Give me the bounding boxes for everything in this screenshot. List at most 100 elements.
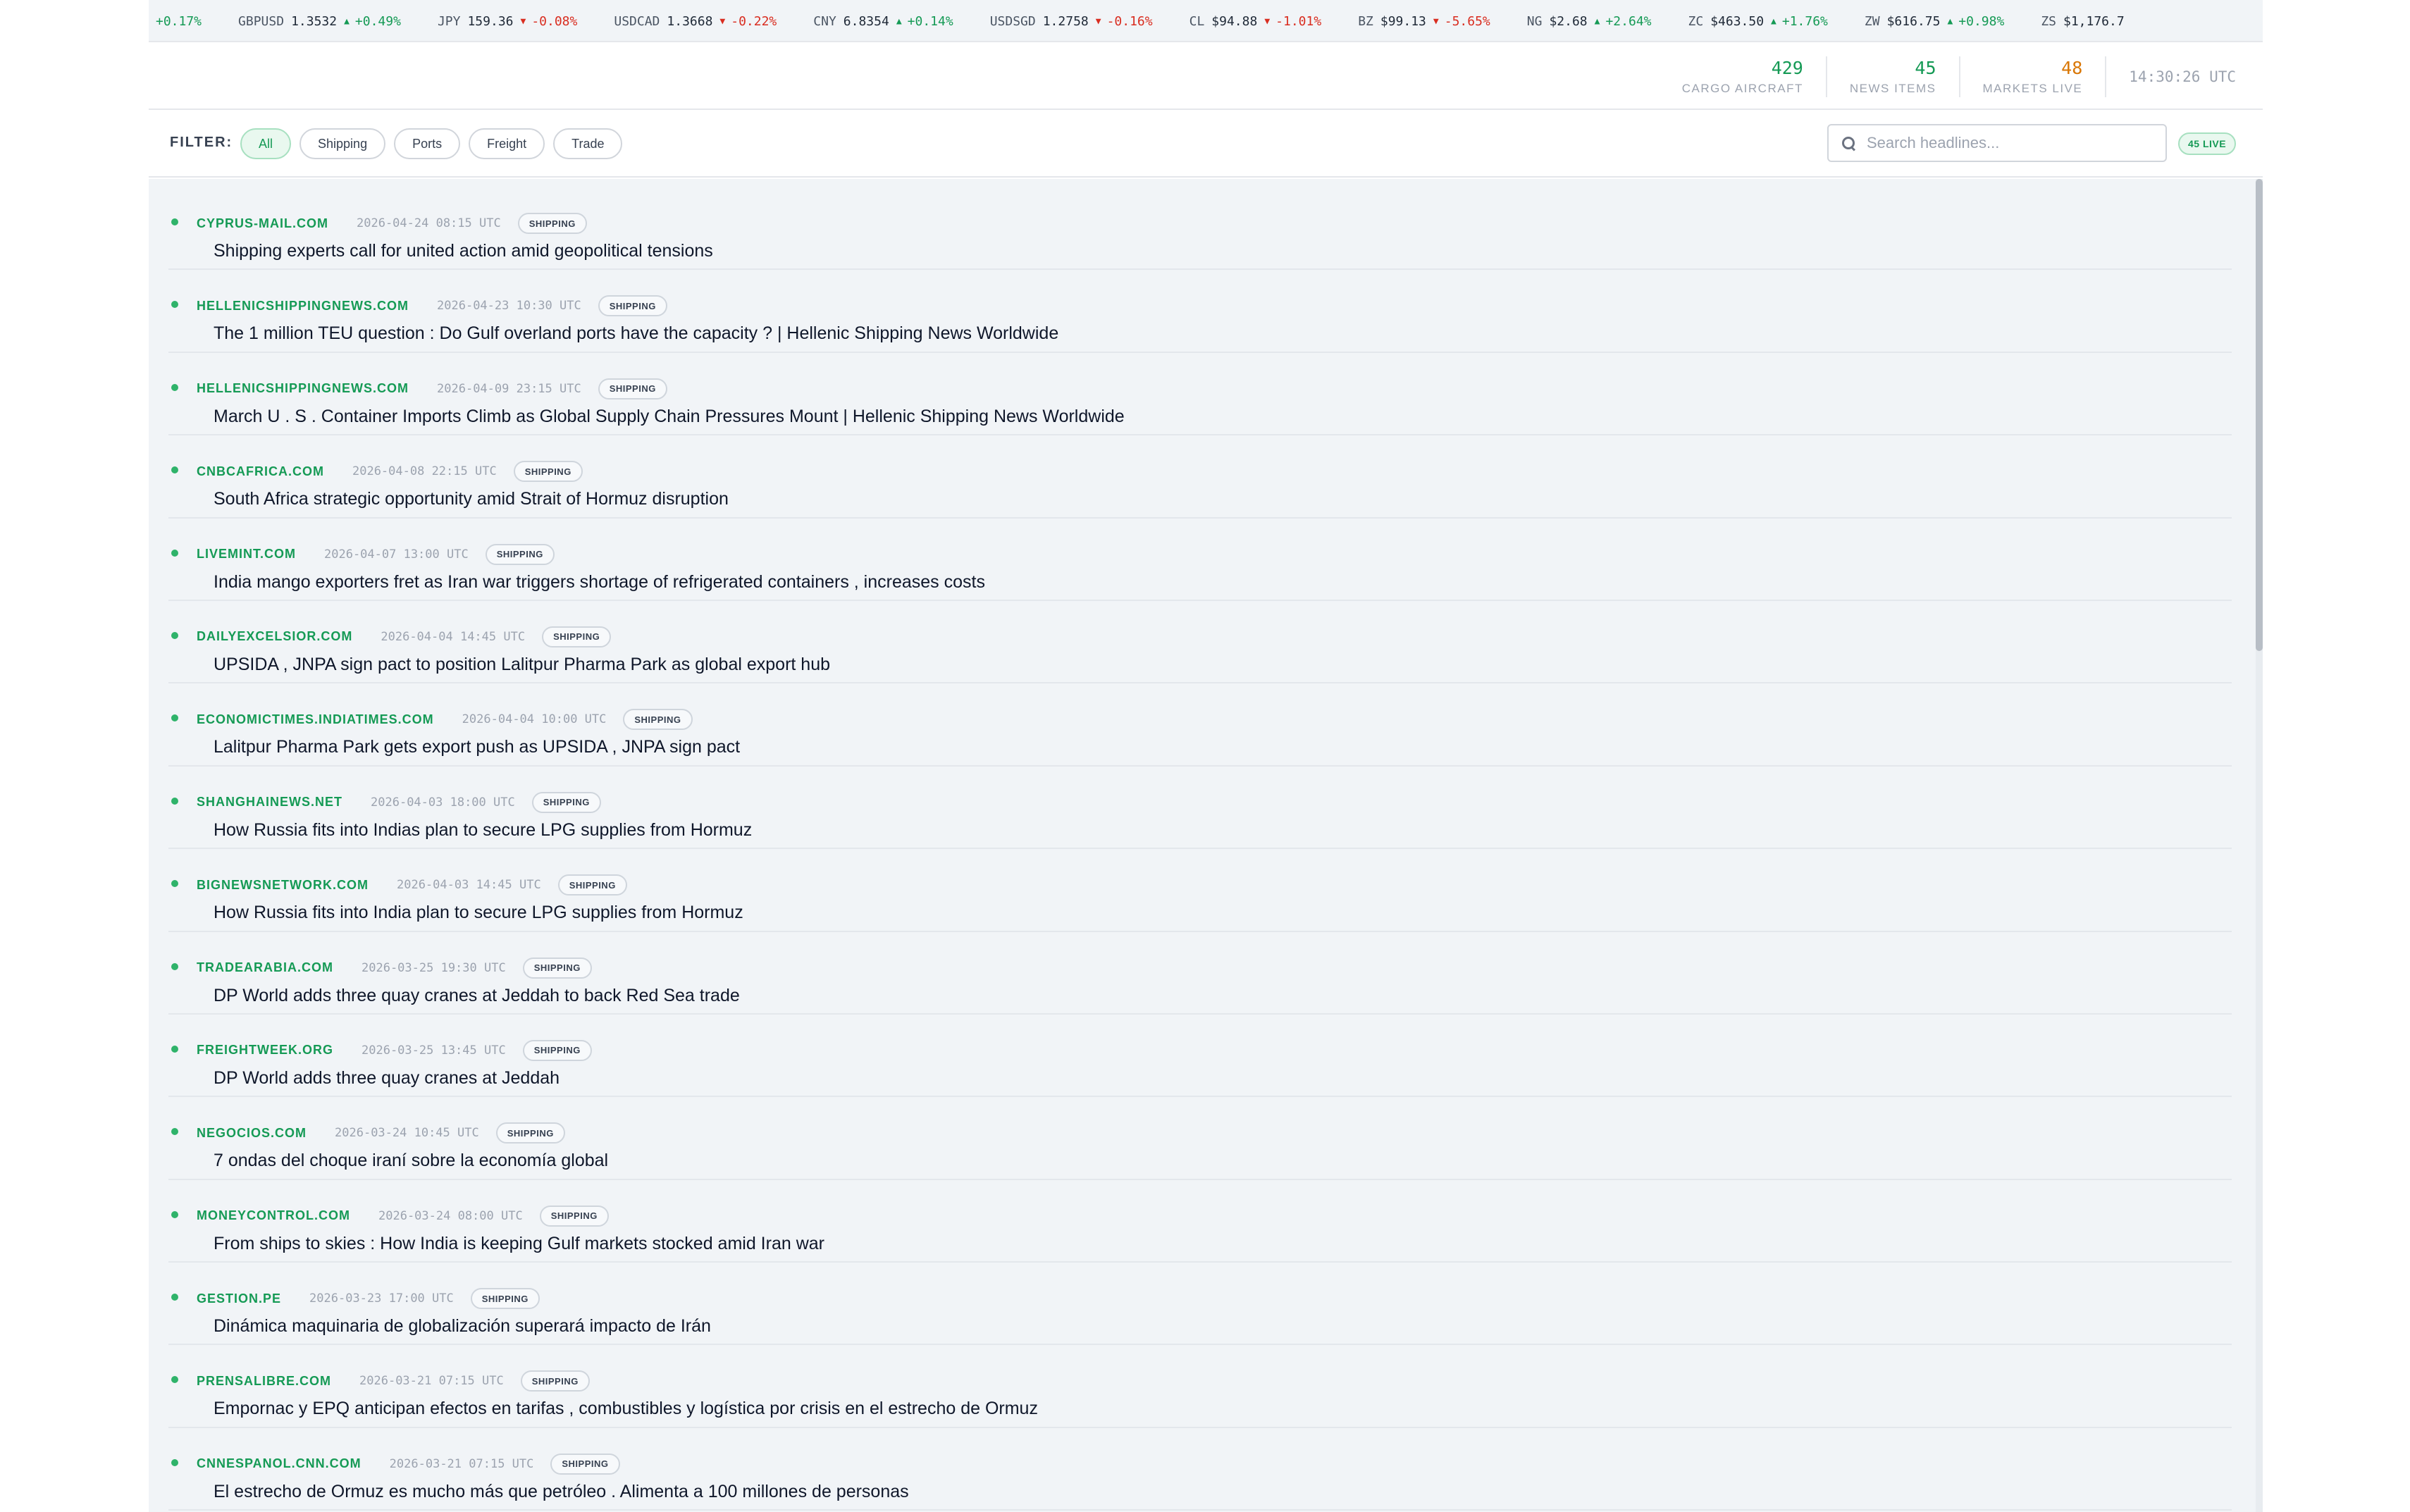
ticker-symbol: CL bbox=[1189, 13, 1205, 29]
news-headline-link[interactable]: Lalitpur Pharma Park gets export push as… bbox=[214, 737, 740, 757]
arrow-up-icon: ▲ bbox=[896, 16, 902, 27]
news-category-badge: SHIPPING bbox=[531, 791, 601, 813]
news-headline-link[interactable]: Dinámica maquinaria de globalización sup… bbox=[214, 1316, 711, 1337]
filter-chip-shipping[interactable]: Shipping bbox=[299, 128, 386, 159]
news-source-link[interactable]: SHANGHAINEWS.NET bbox=[197, 795, 342, 810]
news-headline-link[interactable]: 7 ondas del choque iraní sobre la econom… bbox=[214, 1151, 608, 1171]
news-item[interactable]: CNNESPANOL.CNN.COM 2026-03-21 07:15 UTC SH… bbox=[168, 1428, 2232, 1511]
news-category-badge: SHIPPING bbox=[520, 1370, 590, 1392]
ticker-item[interactable]: GBPUSD 1.3532 ▲ +0.49% bbox=[238, 14, 401, 29]
news-source-link[interactable]: NEGOCIOS.COM bbox=[197, 1126, 307, 1141]
news-source-link[interactable]: PRENSALIBRE.COM bbox=[197, 1374, 331, 1389]
news-source-link[interactable]: CNNESPANOL.CNN.COM bbox=[197, 1456, 362, 1471]
news-category-badge: SHIPPING bbox=[522, 1039, 592, 1061]
ticker-change: -0.16% bbox=[1106, 13, 1153, 29]
arrow-down-icon: ▼ bbox=[1095, 16, 1101, 27]
news-source-link[interactable]: DAILYEXCELSIOR.COM bbox=[197, 629, 352, 644]
live-dot-icon bbox=[171, 714, 178, 722]
news-item[interactable]: NEGOCIOS.COM 2026-03-24 10:45 UTC SHIPPING… bbox=[168, 1097, 2232, 1180]
filter-chip-ports[interactable]: Ports bbox=[394, 128, 461, 159]
ticker-price: $99.13 bbox=[1380, 13, 1426, 29]
news-headline-link[interactable]: India mango exporters fret as Iran war t… bbox=[214, 572, 985, 593]
ticker-item[interactable]: USDSGD 1.2758 ▼ -0.16% bbox=[990, 14, 1153, 29]
ticker-item[interactable]: ZC $463.50 ▲ +1.76% bbox=[1688, 14, 1828, 29]
ticker-change: +0.98% bbox=[1958, 13, 2005, 29]
news-headline-link[interactable]: South Africa strategic opportunity amid … bbox=[214, 489, 729, 509]
news-item[interactable]: PRENSALIBRE.COM 2026-03-21 07:15 UTC SHIPP… bbox=[168, 1345, 2232, 1428]
search-input[interactable] bbox=[1867, 134, 2149, 152]
ticker-item[interactable]: CL $94.88 ▼ -1.01% bbox=[1189, 14, 1322, 29]
ticker-change: -0.22% bbox=[731, 13, 777, 29]
news-feed[interactable]: CYPRUS-MAIL.COM 2026-04-24 08:15 UTC SHIPP… bbox=[149, 179, 2263, 1512]
ticker-price: $2.68 bbox=[1549, 13, 1588, 29]
news-headline-link[interactable]: DP World adds three quay cranes at Jedda… bbox=[214, 1068, 560, 1089]
ticker-item[interactable]: BZ $99.13 ▼ -5.65% bbox=[1358, 14, 1490, 29]
news-source-link[interactable]: HELLENICSHIPPINGNEWS.COM bbox=[197, 299, 409, 314]
news-source-link[interactable]: FREIGHTWEEK.ORG bbox=[197, 1043, 333, 1058]
live-dot-icon bbox=[171, 383, 178, 391]
news-source-link[interactable]: GESTION.PE bbox=[197, 1291, 281, 1306]
ticker-item[interactable]: CNY 6.8354 ▲ +0.14% bbox=[813, 14, 953, 29]
live-dot-icon bbox=[171, 466, 178, 474]
news-headline-link[interactable]: March U . S . Container Imports Climb as… bbox=[214, 407, 1125, 427]
ticker-price: $94.88 bbox=[1211, 13, 1258, 29]
news-category-badge: SHIPPING bbox=[513, 461, 583, 483]
live-dot-icon bbox=[171, 1294, 178, 1301]
scrollbar-track[interactable] bbox=[2256, 179, 2263, 1512]
news-item[interactable]: CYPRUS-MAIL.COM 2026-04-24 08:15 UTC SHIPP… bbox=[168, 187, 2232, 271]
news-meta: BIGNEWSNETWORK.COM 2026-04-03 14:45 UTC SH… bbox=[197, 874, 627, 896]
filter-chip-trade[interactable]: Trade bbox=[553, 128, 623, 159]
news-headline-link[interactable]: How Russia fits into India plan to secur… bbox=[214, 903, 743, 923]
news-headline-link[interactable]: Empornac y EPQ anticipan efectos en tari… bbox=[214, 1399, 1038, 1419]
news-headline-link[interactable]: DP World adds three quay cranes at Jedda… bbox=[214, 986, 740, 1006]
ticker-change: +0.14% bbox=[907, 13, 953, 29]
news-item[interactable]: CNBCAFRICA.COM 2026-04-08 22:15 UTC SHIPPI… bbox=[168, 435, 2232, 519]
scrollbar-thumb[interactable] bbox=[2256, 179, 2263, 651]
live-dot-icon bbox=[171, 962, 178, 970]
news-headline-link[interactable]: How Russia fits into Indias plan to secu… bbox=[214, 820, 752, 841]
news-headline-link[interactable]: From ships to skies : How India is keepi… bbox=[214, 1234, 824, 1254]
news-item[interactable]: BIGNEWSNETWORK.COM 2026-04-03 14:45 UTC SH… bbox=[168, 849, 2232, 932]
news-source-link[interactable]: TRADEARABIA.COM bbox=[197, 960, 333, 975]
ticker-symbol: ZC bbox=[1688, 13, 1704, 29]
news-item[interactable]: FREIGHTWEEK.ORG 2026-03-25 13:45 UTC SHIPP… bbox=[168, 1015, 2232, 1098]
news-source-link[interactable]: CYPRUS-MAIL.COM bbox=[197, 216, 328, 231]
news-source-link[interactable]: ECONOMICTIMES.INDIATIMES.COM bbox=[197, 712, 434, 727]
live-count-badge: 45 LIVE bbox=[2178, 132, 2237, 155]
ticker-item[interactable]: JPY 159.36 ▼ -0.08% bbox=[438, 14, 577, 29]
news-timestamp: 2026-04-04 10:00 UTC bbox=[462, 712, 607, 727]
news-item[interactable]: ECONOMICTIMES.INDIATIMES.COM 2026-04-04 1… bbox=[168, 683, 2232, 767]
stat-group: 429 CARGO AIRCRAFT 45 NEWS ITEMS 48 MARK… bbox=[1682, 44, 2236, 110]
news-item[interactable]: DAILYEXCELSIOR.COM 2026-04-04 14:45 UTC SH… bbox=[168, 601, 2232, 684]
search-box[interactable] bbox=[1827, 124, 2167, 162]
news-headline-link[interactable]: UPSIDA , JNPA sign pact to position Lali… bbox=[214, 655, 830, 675]
filter-chip-freight[interactable]: Freight bbox=[469, 128, 545, 159]
news-item[interactable]: MONEYCONTROL.COM 2026-03-24 08:00 UTC SHIP… bbox=[168, 1180, 2232, 1263]
news-headline-link[interactable]: The 1 million TEU question : Do Gulf ove… bbox=[214, 323, 1058, 344]
news-meta: CNNESPANOL.CNN.COM 2026-03-21 07:15 UTC SH… bbox=[197, 1453, 620, 1475]
ticker-item[interactable]: NG $2.68 ▲ +2.64% bbox=[1527, 14, 1652, 29]
news-timestamp: 2026-04-07 13:00 UTC bbox=[324, 547, 469, 562]
news-item[interactable]: TRADEARABIA.COM 2026-03-25 19:30 UTC SHIPP… bbox=[168, 932, 2232, 1015]
news-source-link[interactable]: HELLENICSHIPPINGNEWS.COM bbox=[197, 381, 409, 396]
news-source-link[interactable]: BIGNEWSNETWORK.COM bbox=[197, 878, 369, 893]
news-item[interactable]: LIVEMINT.COM 2026-04-07 13:00 UTC SHIPPING… bbox=[168, 519, 2232, 601]
news-headline-link[interactable]: Shipping experts call for united action … bbox=[214, 241, 713, 261]
news-source-link[interactable]: MONEYCONTROL.COM bbox=[197, 1208, 350, 1223]
news-meta: NEGOCIOS.COM 2026-03-24 10:45 UTC SHIPPING bbox=[197, 1122, 565, 1144]
ticker-item[interactable]: +0.17% bbox=[156, 14, 202, 29]
news-item[interactable]: SHANGHAINEWS.NET 2026-04-03 18:00 UTC SHIP… bbox=[168, 767, 2232, 850]
news-source-link[interactable]: CNBCAFRICA.COM bbox=[197, 464, 324, 479]
news-item[interactable]: GESTION.PE 2026-03-23 17:00 UTC SHIPPING Di… bbox=[168, 1263, 2232, 1346]
news-category-badge: SHIPPING bbox=[550, 1453, 620, 1475]
news-source-link[interactable]: LIVEMINT.COM bbox=[197, 547, 296, 562]
ticker-track: +0.17% GBPUSD 1.3532 ▲ +0.49% JPY 159.36 ▼ -0.08… bbox=[156, 0, 2168, 41]
stat-markets-live-label: MARKETS LIVE bbox=[1982, 82, 2083, 95]
news-headline-link[interactable]: El estrecho de Ormuz es mucho más que pe… bbox=[214, 1482, 909, 1502]
ticker-item[interactable]: ZS $1,176.7 bbox=[2041, 14, 2131, 29]
news-item[interactable]: HELLENICSHIPPINGNEWS.COM 2026-04-23 10:30… bbox=[168, 270, 2232, 353]
news-item[interactable]: HELLENICSHIPPINGNEWS.COM 2026-04-09 23:15… bbox=[168, 353, 2232, 436]
filter-chip-all[interactable]: All bbox=[240, 128, 292, 159]
ticker-item[interactable]: ZW $616.75 ▲ +0.98% bbox=[1865, 14, 2004, 29]
ticker-item[interactable]: USDCAD 1.3668 ▼ -0.22% bbox=[614, 14, 777, 29]
